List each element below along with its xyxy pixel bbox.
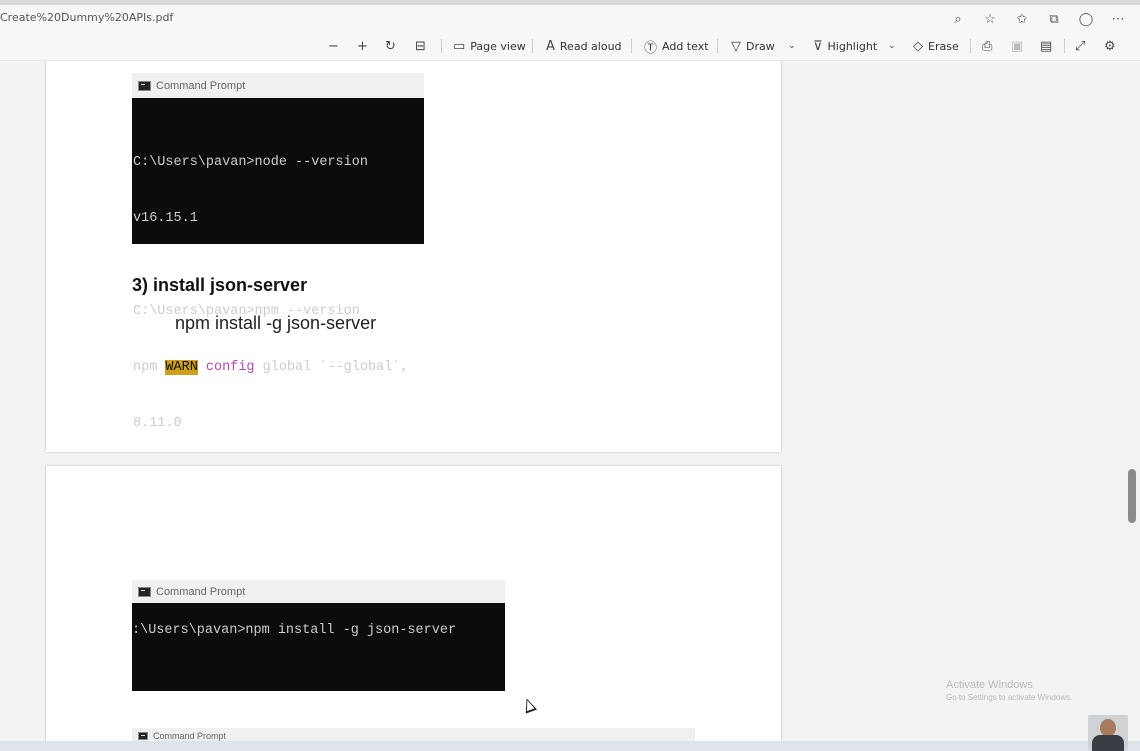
read-aloud-button[interactable]: A Read aloud (546, 32, 622, 60)
draw-button[interactable]: ▽ Draw (731, 32, 775, 60)
save-as-icon: ▤ (1040, 38, 1053, 54)
text-box-icon: Ⓣ (644, 40, 658, 56)
highlight-label: Highlight (827, 39, 878, 53)
highlight-button[interactable]: ⊽ Highlight (813, 32, 877, 60)
profile-icon[interactable]: ◯ (1076, 9, 1096, 29)
warn-suffix: global `--global`, (254, 359, 409, 375)
cmd-title: Command Prompt (156, 79, 246, 92)
activate-windows-watermark: Activate Windows Go to Settings to activ… (946, 679, 1072, 702)
activate-subtitle: Go to Settings to activate Windows. (946, 693, 1073, 702)
gear-icon: ⚙ (1104, 38, 1116, 54)
toolbar-divider (631, 39, 632, 53)
pdf-toolbar: − + ↻ ⊟ ▭ Page view A Read aloud Ⓣ Add text… (0, 32, 1140, 61)
zoom-in-button[interactable]: + (357, 32, 368, 60)
install-command-text: npm install -g json-server (175, 313, 377, 333)
cmd-title-2: Command Prompt (153, 731, 227, 741)
terminal-icon (138, 586, 151, 597)
zoom-icon[interactable]: ⌕ (948, 9, 968, 29)
eraser-icon: ◇ (913, 38, 923, 54)
cmd-title-bar: Command Prompt (132, 580, 505, 603)
draw-dropdown[interactable]: ⌄ (788, 32, 796, 60)
chevron-down-icon: ⌄ (788, 41, 796, 51)
warn-badge: WARN (165, 359, 198, 375)
highlight-dropdown[interactable]: ⌄ (888, 32, 896, 60)
taskbar (0, 741, 1140, 751)
config-word: config (205, 359, 255, 375)
fullscreen-button[interactable]: ⤢ (1075, 32, 1085, 60)
section-heading: 3) install json-server (132, 275, 308, 295)
plus-icon: + (357, 38, 368, 54)
zoom-out-button[interactable]: − (328, 32, 339, 60)
toolbar-divider (1064, 39, 1065, 53)
read-aloud-icon: A (546, 38, 555, 54)
rotate-button[interactable]: ↻ (385, 32, 396, 60)
fit-page-button[interactable]: ⊟ (415, 32, 426, 60)
add-text-label: Add text (662, 39, 709, 53)
cmd-line: C:\Users\pavan>node --version (133, 155, 368, 171)
toolbar-divider (441, 39, 442, 53)
cmd-line: :\Users\pavan>npm install -g json-server (132, 623, 457, 638)
pdf-page-2: Command Prompt :\Users\pavan>npm install… (46, 466, 781, 741)
address-bar-icons: ⌕ ☆ ✩ ⧉ ◯ ⋯ (948, 9, 1128, 29)
cmd-title-bar-2: Command Prompt (132, 728, 695, 741)
page-view-button[interactable]: ▭ Page view (453, 32, 526, 60)
page-view-label: Page view (470, 39, 526, 53)
minus-icon: − (328, 38, 339, 54)
cmd-line: v16.15.1 (133, 210, 198, 226)
save-as-button[interactable]: ▤ (1040, 32, 1052, 60)
warn-prefix: npm (133, 359, 166, 375)
more-menu-icon[interactable]: ⋯ (1108, 9, 1128, 29)
toolbar-divider (717, 39, 718, 53)
pdf-page-1: Command Prompt C:\Users\pavan>node --ver… (46, 61, 781, 452)
cmd-title-bar: Command Prompt (132, 73, 424, 98)
save-button[interactable]: ▣ (1011, 32, 1023, 60)
pdf-viewer[interactable]: Command Prompt C:\Users\pavan>node --ver… (0, 61, 1140, 741)
print-icon: ⎙ (982, 38, 993, 54)
read-aloud-label: Read aloud (559, 39, 622, 53)
erase-label: Erase (928, 39, 959, 53)
favorites-icon[interactable]: ✩ (1012, 9, 1032, 29)
webcam-overlay (1088, 715, 1128, 751)
vertical-scrollbar[interactable]: ▲ (1128, 61, 1138, 741)
fit-page-icon: ⊟ (415, 38, 426, 54)
cmd-warn-line: npm WARN config global `--global`, (133, 359, 408, 378)
highlighter-icon: ⊽ (813, 38, 823, 54)
scrollbar-thumb[interactable] (1128, 469, 1136, 523)
collections-icon[interactable]: ⧉ (1044, 9, 1064, 29)
activate-title: Activate Windows (946, 679, 1033, 691)
address-bar: Create%20Dummy%20APIs.pdf ⌕ ☆ ✩ ⧉ ◯ ⋯ (0, 5, 1140, 33)
print-button[interactable]: ⎙ (982, 32, 992, 60)
toolbar-divider (970, 39, 971, 53)
pen-icon: ▽ (731, 38, 741, 54)
chevron-down-icon: ⌄ (888, 41, 896, 51)
page-view-icon: ▭ (453, 38, 466, 54)
toolbar-divider (532, 39, 533, 53)
presenter-body (1092, 735, 1124, 751)
save-icon: ▣ (1011, 38, 1024, 54)
cmd-line: 8.11.0 (133, 415, 182, 431)
terminal-icon (138, 80, 151, 91)
settings-button[interactable]: ⚙ (1104, 32, 1116, 60)
cmd-window: :\Users\pavan>npm install -g json-server (132, 603, 505, 691)
terminal-icon (138, 732, 148, 740)
expand-icon: ⤢ (1075, 38, 1086, 54)
favorite-add-icon[interactable]: ☆ (980, 9, 1000, 29)
draw-label: Draw (746, 39, 775, 53)
rotate-icon: ↻ (385, 38, 396, 54)
url-text[interactable]: Create%20Dummy%20APIs.pdf (0, 11, 173, 24)
cmd-title: Command Prompt (156, 585, 246, 598)
add-text-button[interactable]: Ⓣ Add text (644, 32, 709, 60)
erase-button[interactable]: ◇ Erase (913, 32, 959, 60)
cmd-window: C:\Users\pavan>node --version v16.15.1 C… (132, 98, 424, 431)
